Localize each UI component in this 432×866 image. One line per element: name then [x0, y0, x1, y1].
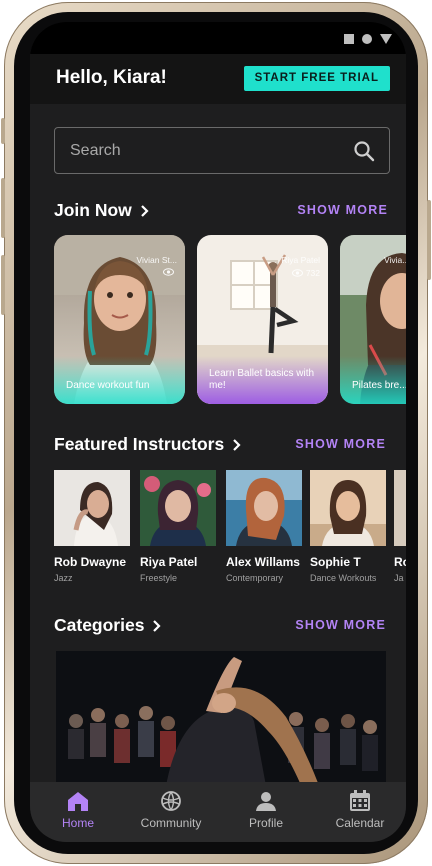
card-views	[163, 268, 177, 276]
featured-instructors-heading[interactable]: Featured Instructors	[54, 434, 242, 455]
nav-home[interactable]: Home	[38, 790, 118, 830]
instructor-photo	[226, 470, 302, 546]
instructor-name: Sophie T	[310, 555, 361, 569]
greeting-title: Hello, Kiara!	[56, 67, 167, 88]
live-class-card[interactable]: Riya Patel 732 Learn Ballet basics with …	[197, 235, 328, 404]
home-icon	[68, 792, 88, 811]
categories-show-more[interactable]: SHOW MORE	[295, 618, 386, 632]
instructor-style: Jazz	[54, 573, 73, 583]
search-icon[interactable]	[353, 140, 375, 162]
instructor-style: Dance Workouts	[310, 573, 377, 583]
nav-profile[interactable]: Profile	[226, 790, 306, 830]
instructor-name: Riya Patel	[140, 555, 198, 569]
app-screen: Hello, Kiara! START FREE TRIAL Search Jo…	[30, 22, 406, 842]
instructor-name: Rob Dwayne	[54, 555, 127, 569]
instructor-photo	[54, 470, 130, 546]
instructor-photo	[394, 470, 406, 546]
card-host: Vivian St...	[136, 255, 177, 265]
live-class-card[interactable]: Vivian St... Dance workout fun	[54, 235, 185, 404]
categories-title: Categories	[54, 615, 145, 635]
nav-community-label: Community	[140, 816, 202, 830]
instructor-style: Freestyle	[140, 573, 178, 583]
search-placeholder: Search	[70, 142, 121, 159]
card-title: Dance workout fun	[66, 380, 150, 391]
app-header: Hello, Kiara! START FREE TRIAL	[30, 54, 406, 104]
eye-icon	[163, 268, 174, 276]
search-input[interactable]: Search	[54, 127, 390, 174]
join-now-show-more[interactable]: SHOW MORE	[297, 203, 388, 217]
dance-battle-photo	[56, 651, 386, 786]
eye-icon	[291, 269, 303, 277]
instructor-style: Ja	[394, 573, 404, 583]
instructor-card[interactable]: Rob Dwayne Jazz	[54, 470, 130, 583]
chevron-right-icon	[153, 619, 162, 632]
nav-home-label: Home	[61, 816, 94, 830]
status-icons	[344, 34, 392, 44]
category-image[interactable]	[56, 651, 386, 786]
card-view-count: 732	[305, 268, 320, 278]
featured-show-more[interactable]: SHOW MORE	[295, 437, 386, 451]
chevron-right-icon	[233, 438, 241, 451]
live-class-card[interactable]: Vivia... Pilates bre...	[340, 235, 406, 404]
instructor-name: Ro	[394, 555, 406, 569]
join-now-heading[interactable]: Join Now	[54, 200, 150, 221]
instructor-name: Alex Willams	[226, 555, 300, 569]
instructor-style: Contemporary	[226, 573, 284, 583]
side-button	[427, 200, 431, 280]
globe-icon	[161, 791, 181, 811]
person-icon	[256, 792, 276, 811]
status-bar	[30, 22, 406, 54]
instructor-card[interactable]: Sophie T Dance Workouts	[310, 470, 386, 583]
nav-calendar[interactable]: Calendar	[320, 790, 400, 830]
nav-profile-label: Profile	[248, 816, 283, 830]
card-title: Learn Ballet basics with me!	[209, 368, 315, 391]
instructor-card[interactable]: Riya Patel Freestyle	[140, 470, 216, 583]
side-button	[1, 255, 5, 315]
featured-instructors-title: Featured Instructors	[54, 434, 225, 454]
instructor-card[interactable]: Ro Ja	[394, 470, 406, 583]
card-host: Vivia...	[384, 255, 406, 265]
nav-community[interactable]: Community	[131, 790, 211, 830]
bottom-navigation: Home Community Profile Calendar	[30, 782, 406, 842]
calendar-icon	[350, 790, 370, 811]
home-button-icon	[362, 34, 372, 44]
side-button	[1, 178, 5, 238]
back-icon	[380, 34, 392, 44]
nav-calendar-label: Calendar	[335, 816, 385, 830]
instructor-photo	[310, 470, 386, 546]
card-views: 732	[291, 268, 320, 278]
recent-apps-icon	[344, 34, 354, 44]
instructor-photo	[140, 470, 216, 546]
chevron-right-icon	[141, 204, 149, 217]
instructor-card[interactable]: Alex Willams Contemporary	[226, 470, 302, 583]
start-free-trial-button[interactable]: START FREE TRIAL	[243, 66, 390, 91]
card-title: Pilates bre...	[352, 380, 406, 391]
card-host: Riya Patel	[281, 255, 320, 265]
side-button	[1, 118, 5, 144]
join-now-title: Join Now	[54, 200, 132, 220]
categories-heading[interactable]: Categories	[54, 615, 162, 636]
